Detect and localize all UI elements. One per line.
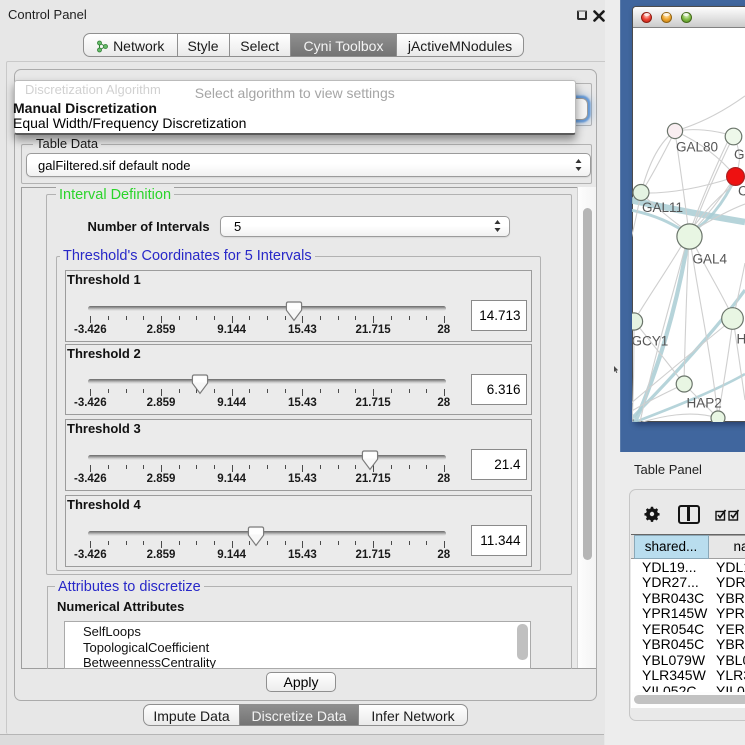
svg-text:GAL80: GAL80 — [676, 139, 718, 154]
svg-text:GCY1: GCY1 — [632, 333, 668, 348]
svg-text:H: H — [737, 331, 745, 346]
svg-text:GAL11: GAL11 — [642, 200, 683, 215]
svg-text:G.: G. — [734, 147, 745, 162]
svg-text:GAL4: GAL4 — [693, 251, 728, 266]
svg-text:HAP2: HAP2 — [687, 395, 722, 410]
svg-text:C: C — [738, 183, 745, 198]
